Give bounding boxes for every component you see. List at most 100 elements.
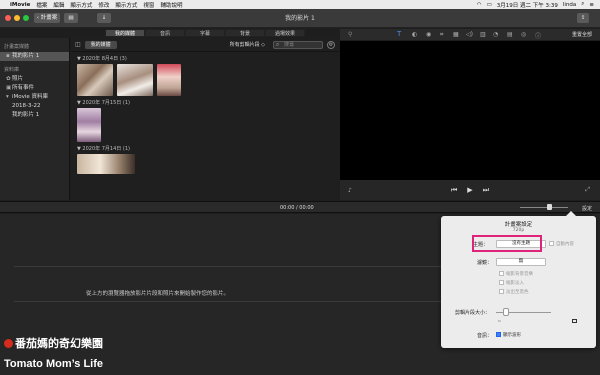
timeline-toolbar: 00:00 / 00:00 設定	[0, 201, 600, 213]
search-input[interactable]: 搜尋	[273, 40, 323, 49]
fade-music-checkbox[interactable]: 縮影背景音樂	[499, 271, 533, 277]
settings-button[interactable]: 設定	[582, 205, 592, 212]
noise-reduction-icon[interactable]: ▤	[507, 31, 513, 38]
settings-gear-icon[interactable]: ⚙	[327, 40, 335, 49]
tab-transitions[interactable]: 過場效果	[265, 29, 305, 37]
info-icon[interactable]: ⓘ	[535, 31, 541, 40]
viewer-toolbar: ⚲ T ◐ ◉ ⌗ ▦ ◁) ▥ ◔ ▤ ◎ ⓘ 重置全部	[340, 29, 600, 40]
sidebar-item-project[interactable]: ▪ 我的影片 1	[0, 52, 69, 61]
minimize-window-icon[interactable]	[14, 15, 20, 21]
color-correction-icon[interactable]: ◉	[426, 31, 431, 38]
media-browser: ◫ 我的媒體 所有剪輯片段 ◇ 搜尋 ⚙ ▼ 2020年 8月4日 (3) ▼ …	[71, 38, 339, 200]
battery-icon[interactable]: ▭	[487, 2, 492, 8]
fade-to-black-checkbox[interactable]: 淡出至黑色	[499, 289, 529, 295]
import-button[interactable]: ↓	[97, 13, 111, 23]
menu-modify[interactable]: 修改	[98, 1, 109, 9]
playback-controls: ♪ ⏮ ▶ ⏭ ⤢	[340, 180, 600, 200]
zoom-window-icon[interactable]	[23, 15, 29, 21]
watermark-title: 番茄媽的奇幻樂園	[4, 335, 103, 351]
play-icon[interactable]: ▶	[467, 186, 472, 194]
checkbox-box	[549, 241, 554, 246]
auto-content-checkbox[interactable]: 自動內容	[549, 241, 574, 247]
sidebar-item-imovie-library[interactable]: ▾ iMovie 資料庫	[0, 93, 69, 102]
microphone-icon[interactable]: ♪	[348, 187, 352, 194]
sidebar-section-libraries: 資料庫	[4, 67, 20, 73]
filter-select-button[interactable]: 無	[496, 258, 546, 266]
volume-icon[interactable]: ◁)	[466, 31, 473, 38]
filter-icon[interactable]: ◎	[521, 31, 526, 38]
menu-view[interactable]: 顯示方式	[115, 1, 137, 9]
date-group-header[interactable]: ▼ 2020年 7月14日 (1)	[71, 142, 339, 154]
tomato-icon	[4, 338, 13, 348]
date-group-header[interactable]: ▼ 2020年 7月15日 (1)	[71, 96, 339, 108]
speed-icon[interactable]: ◔	[493, 31, 498, 38]
timecode: 00:00 / 00:00	[280, 205, 314, 211]
sidebar-item-all-events[interactable]: ▣所有事件	[0, 84, 69, 93]
sidebar-section-project-media: 計畫案媒體	[4, 44, 30, 50]
media-thumbnail[interactable]	[117, 64, 153, 96]
close-window-icon[interactable]	[5, 15, 11, 21]
media-thumbnail[interactable]	[77, 108, 101, 142]
panel-resolution: 720p	[512, 228, 525, 233]
menu-bar: iMovie 檔案 編輯 顯示方式 修改 顯示方式 視窗 輔助說明 ◠ ▭ 3月…	[0, 0, 600, 9]
thumb-row	[71, 154, 339, 174]
title-tool-icon[interactable]: T	[397, 30, 401, 38]
library-sidebar: 計畫案媒體 ▪ 我的影片 1 資料庫 ✿照片 ▣所有事件 ▾ iMovie 資料庫 …	[0, 38, 70, 200]
tab-audio[interactable]: 音訊	[145, 29, 185, 37]
media-thumbnail[interactable]	[77, 154, 135, 174]
window-controls	[5, 15, 29, 21]
zoom-slider[interactable]	[520, 207, 568, 208]
wifi-icon[interactable]: ◠	[477, 2, 482, 8]
menu-user[interactable]: linda	[563, 2, 576, 8]
sidebar-item-event-date[interactable]: 2018-3-22	[0, 102, 69, 111]
thumb-row	[71, 64, 339, 96]
fullscreen-icon[interactable]: ⤢	[585, 186, 590, 194]
menu-edit[interactable]: 編輯	[53, 1, 64, 9]
video-viewer[interactable]	[340, 41, 600, 198]
back-to-projects-button[interactable]: ‹ 計畫案	[34, 13, 60, 23]
clip-filter-select[interactable]: 所有剪輯片段 ◇	[230, 41, 265, 48]
my-media-label[interactable]: 我的媒體	[84, 40, 117, 49]
spotlight-icon[interactable]: ⌕	[581, 1, 584, 8]
crop-icon[interactable]: ⌗	[440, 31, 443, 39]
timeline-empty-message: 從上方的瀏覽器拖放影片片段和照片來開始製作您的影片。	[86, 291, 230, 297]
media-thumbnail[interactable]	[77, 64, 113, 96]
sidebar-item-photos[interactable]: ✿照片	[0, 75, 69, 84]
media-thumbnail[interactable]	[157, 64, 181, 96]
menu-window[interactable]: 視窗	[143, 1, 154, 9]
library-toggle-button[interactable]: ▤	[64, 13, 78, 23]
menu-clock[interactable]: 3月19日 週二 下午 3:39	[497, 1, 558, 9]
clip-size-knob[interactable]	[503, 308, 509, 316]
skip-back-icon[interactable]: ⏮	[451, 186, 457, 195]
menu-file[interactable]: 檔案	[36, 1, 47, 9]
filter-label: 濾鏡：	[477, 260, 493, 266]
browser-tabs: 我的媒體 音訊 字幕 背景 過場效果	[71, 29, 339, 38]
menu-help[interactable]: 輔助說明	[160, 1, 182, 9]
sidebar-toggle-icon[interactable]: ◫	[75, 41, 81, 48]
audio-label: 音訊：	[477, 333, 493, 339]
show-waveforms-checkbox[interactable]: 顯示波形	[496, 332, 521, 338]
menu-list-icon[interactable]: ≡	[589, 2, 594, 8]
reset-all-button[interactable]: 重置全部	[572, 31, 592, 38]
magic-wand-icon[interactable]: ⚲	[348, 31, 352, 38]
tab-backgrounds[interactable]: 背景	[225, 29, 265, 37]
window-title: 我的影片 1	[285, 15, 315, 22]
sidebar-item-my-movie[interactable]: 我的影片 1	[0, 111, 69, 120]
stabilization-icon[interactable]: ▦	[453, 31, 459, 38]
equalizer-icon[interactable]: ▥	[480, 31, 486, 38]
skip-forward-icon[interactable]: ⏭	[483, 186, 489, 195]
color-balance-icon[interactable]: ◐	[412, 31, 417, 38]
tab-titles[interactable]: 字幕	[185, 29, 225, 37]
browser-toolbar: ◫ 我的媒體 所有剪輯片段 ◇ 搜尋 ⚙	[71, 38, 339, 52]
fade-in-checkbox[interactable]: 縮影淡入	[499, 280, 524, 286]
tab-my-media[interactable]: 我的媒體	[105, 29, 145, 37]
clip-size-label: 剪輯片段大小：	[455, 310, 491, 316]
panel-title: 計畫案設定	[504, 222, 533, 228]
zoom-slider-knob[interactable]	[547, 204, 552, 210]
date-group-header[interactable]: ▼ 2020年 8月4日 (3)	[71, 52, 339, 64]
menu-app-name[interactable]: iMovie	[10, 2, 30, 8]
menu-mark[interactable]: 顯示方式	[70, 1, 92, 9]
window-toolbar: ‹ 計畫案 ▤ ↓ 我的影片 1 ⇪	[0, 9, 600, 28]
share-button[interactable]: ⇪	[577, 13, 589, 23]
highlight-box	[472, 235, 542, 252]
